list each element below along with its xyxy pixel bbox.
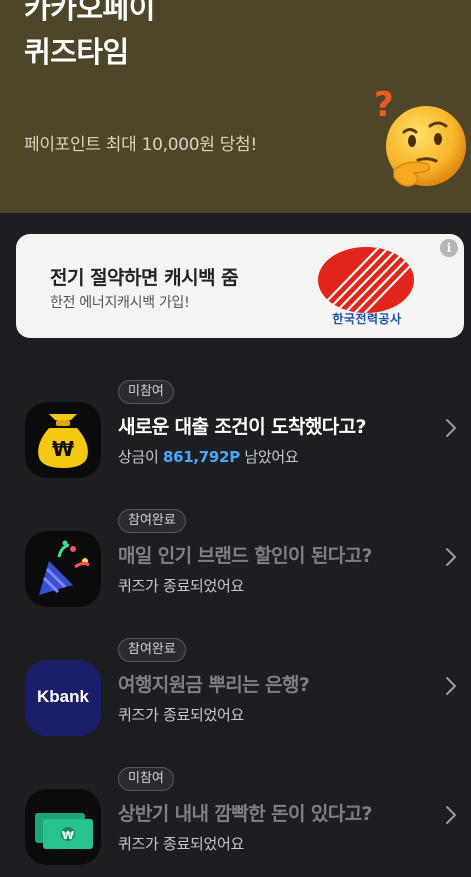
hero-title-line2: 퀴즈타임 xyxy=(24,35,129,69)
status-badge: 참여완료 xyxy=(118,638,186,662)
banner-title: 전기 절약하면 캐시백 줌 xyxy=(50,267,239,289)
prize-suffix: 남았어요 xyxy=(239,448,299,466)
quiz-subtitle: 퀴즈가 종료되었어요 xyxy=(118,835,244,853)
status-badge: 미참여 xyxy=(118,380,174,404)
kbank-logo-text: Kbank xyxy=(37,687,89,706)
banner-subtitle: 한전 에너지캐시백 가입! xyxy=(50,295,190,311)
quiz-title: 새로운 대출 조건이 도착했다고? xyxy=(118,416,367,438)
hero-title: 카카오페이 퀴즈타임 xyxy=(24,0,155,74)
quiz-item[interactable]: Kbank 참여완료 여행지원금 뿌리는 은행? 퀴즈가 종료되었어요 xyxy=(0,638,471,748)
party-popper-icon xyxy=(25,531,101,607)
status-badge: 미참여 xyxy=(118,767,174,791)
chevron-right-icon xyxy=(446,419,456,437)
prize-amount: 861,792P xyxy=(162,448,240,466)
svg-text:?: ? xyxy=(374,86,394,125)
quiz-title: 여행지원금 뿌리는 은행? xyxy=(118,674,310,696)
quiz-title: 상반기 내내 깜빡한 돈이 있다고? xyxy=(118,803,373,825)
prize-prefix: 상금이 xyxy=(118,448,163,466)
quiz-title: 매일 인기 브랜드 할인이 된다고? xyxy=(118,545,373,567)
banknote-icon: ₩ xyxy=(25,789,101,865)
kbank-logo-icon: Kbank xyxy=(25,660,101,736)
quiz-item[interactable]: 참여완료 매일 인기 브랜드 할인이 된다고? 퀴즈가 종료되었어요 xyxy=(0,509,471,619)
kepco-ad-banner[interactable]: 전기 절약하면 캐시백 줌 한전 에너지캐시백 가입! i 한국전력공사 xyxy=(16,234,464,338)
quiz-item[interactable]: ₩ 미참여 상반기 내내 깜빡한 돈이 있다고? 퀴즈가 종료되었어요 xyxy=(0,767,471,877)
quiz-item[interactable]: ₩ 미참여 새로운 대출 조건이 도착했다고? 상금이 861,792P 남았어… xyxy=(0,380,471,490)
hero-title-line1: 카카오페이 xyxy=(24,0,155,25)
info-icon[interactable]: i xyxy=(440,239,458,257)
chevron-right-icon xyxy=(446,548,456,566)
quiz-prize-remaining: 상금이 861,792P 남았어요 xyxy=(118,446,299,467)
quiz-subtitle: 퀴즈가 종료되었어요 xyxy=(118,706,244,724)
thinking-face-icon: ? xyxy=(374,86,466,187)
status-badge: 참여완료 xyxy=(118,509,186,533)
kepco-logo-icon xyxy=(318,247,414,313)
quiz-subtitle: 퀴즈가 종료되었어요 xyxy=(118,577,244,595)
kepco-logo-text: 한국전력공사 xyxy=(332,312,402,326)
money-bag-icon: ₩ xyxy=(25,402,101,478)
chevron-right-icon xyxy=(446,806,456,824)
svg-text:₩: ₩ xyxy=(52,437,74,461)
hero-section: 카카오페이 퀴즈타임 페이포인트 최대 10,000원 당첨! ? xyxy=(0,0,471,213)
hero-subtitle: 페이포인트 최대 10,000원 당첨! xyxy=(24,135,257,155)
svg-text:₩: ₩ xyxy=(62,829,74,842)
chevron-right-icon xyxy=(446,677,456,695)
